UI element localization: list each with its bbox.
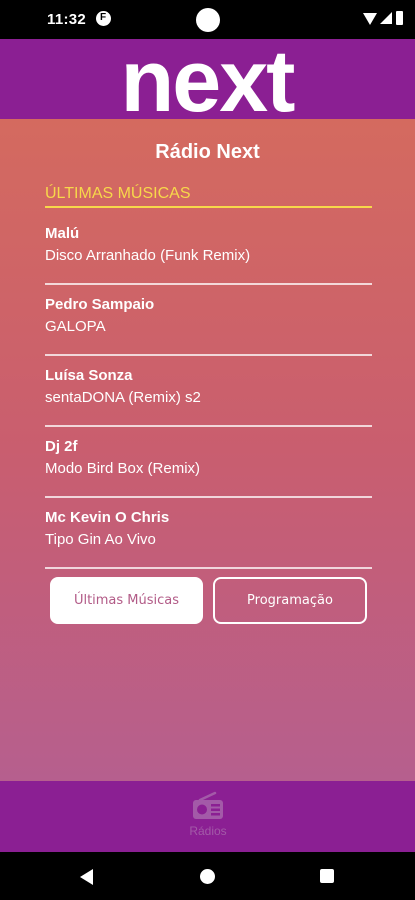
schedule-button[interactable]: Programação — [213, 577, 367, 624]
list-item: Luísa Sonza sentaDONA (Remix) s2 — [45, 356, 372, 427]
list-item: Dj 2f Modo Bird Box (Remix) — [45, 427, 372, 498]
song-list: Malú Disco Arranhado (Funk Remix) Pedro … — [45, 214, 372, 569]
back-icon[interactable] — [80, 869, 93, 885]
song-artist: Luísa Sonza — [45, 367, 133, 384]
status-time: 11:32 — [47, 11, 87, 28]
song-title: Modo Bird Box (Remix) — [45, 460, 201, 477]
status-bar: 11:32 — [0, 0, 415, 39]
song-title: sentaDONA (Remix) s2 — [45, 389, 201, 406]
logo-text: next — [121, 39, 296, 119]
recent-songs-button[interactable]: Últimas Músicas — [50, 577, 203, 624]
list-item: Malú Disco Arranhado (Funk Remix) — [45, 214, 372, 285]
nav-label-radios: Rádios — [189, 824, 227, 838]
song-title: Tipo Gin Ao Vivo — [45, 531, 156, 548]
song-artist: Malú — [45, 225, 80, 242]
battery-icon — [396, 11, 403, 25]
signal-icon — [380, 12, 392, 24]
list-item: Pedro Sampaio GALOPA — [45, 285, 372, 356]
radio-icon — [193, 791, 223, 819]
song-artist: Dj 2f — [45, 438, 78, 455]
page-title: Rádio Next — [155, 141, 260, 163]
app-header: next — [0, 39, 415, 119]
section-header: ÚLTIMAS MÚSICAS — [45, 185, 372, 208]
wifi-icon — [363, 13, 377, 25]
song-title: GALOPA — [45, 318, 106, 335]
camera-cutout — [196, 8, 220, 32]
main-content: Rádio Next ÚLTIMAS MÚSICAS Malú Disco Ar… — [0, 119, 415, 781]
app-notification-icon — [96, 11, 111, 26]
recents-icon[interactable] — [320, 869, 334, 883]
next-logo: next — [121, 39, 298, 119]
home-icon[interactable] — [200, 869, 215, 884]
system-nav-bar — [0, 852, 415, 900]
song-title: Disco Arranhado (Funk Remix) — [45, 247, 251, 264]
nav-item-radios[interactable]: Rádios — [168, 791, 248, 846]
song-artist: Pedro Sampaio — [45, 296, 155, 313]
bottom-nav: Rádios — [0, 781, 415, 852]
song-artist: Mc Kevin O Chris — [45, 509, 170, 526]
list-item: Mc Kevin O Chris Tipo Gin Ao Vivo — [45, 498, 372, 569]
